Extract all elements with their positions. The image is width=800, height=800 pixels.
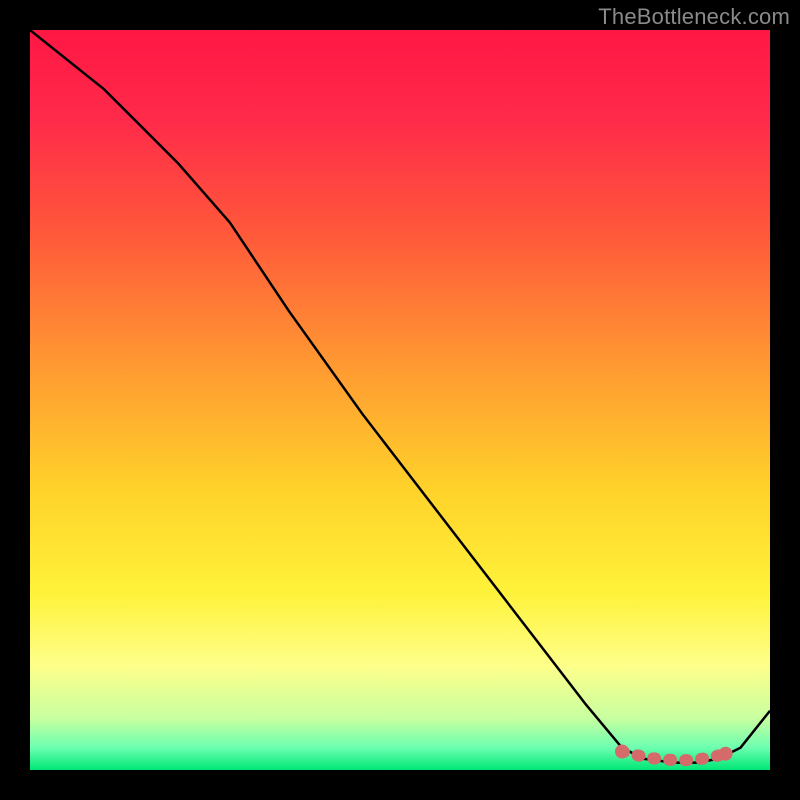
optimal-band-endpoint — [615, 745, 629, 759]
chart-background — [30, 30, 770, 770]
chart-frame: TheBottleneck.com — [0, 0, 800, 800]
optimal-band-endpoint — [719, 747, 733, 761]
plot-area — [30, 30, 770, 770]
chart-svg — [30, 30, 770, 770]
attribution-text: TheBottleneck.com — [598, 4, 790, 30]
